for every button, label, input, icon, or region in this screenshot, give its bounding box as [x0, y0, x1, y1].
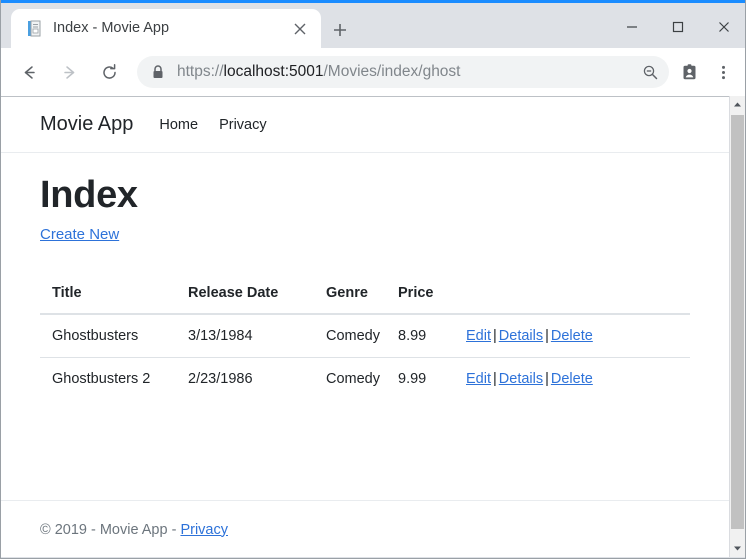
- edit-link[interactable]: Edit: [466, 328, 491, 344]
- document-favicon: [25, 20, 42, 37]
- action-separator: |: [493, 327, 497, 344]
- table-head: Title Release Date Genre Price: [40, 274, 690, 315]
- column-header-title: Title: [40, 274, 188, 315]
- cell-release-date: 2/23/1986: [188, 356, 326, 400]
- url-host: localhost:5001: [223, 64, 324, 80]
- forward-arrow-icon: [53, 56, 85, 88]
- browser-toolbar: https://localhost:5001/Movies/index/ghos…: [1, 48, 745, 96]
- minimize-button[interactable]: [609, 6, 655, 48]
- cell-price: 8.99: [398, 313, 466, 358]
- page-viewport: Movie App Home Privacy Index Create New …: [1, 96, 745, 557]
- zoom-out-icon[interactable]: [637, 59, 663, 85]
- table-body: Ghostbusters 3/13/1984 Comedy 8.99 Edit |…: [40, 313, 690, 400]
- nav-link-privacy[interactable]: Privacy: [219, 117, 267, 133]
- window-controls: [609, 6, 745, 48]
- column-header-price: Price: [398, 274, 466, 315]
- footer-copyright: © 2019 - Movie App -: [40, 521, 181, 538]
- details-link[interactable]: Details: [499, 328, 543, 344]
- back-arrow-icon[interactable]: [13, 56, 45, 88]
- delete-link[interactable]: Delete: [551, 328, 593, 344]
- cell-title: Ghostbusters 2: [40, 356, 188, 400]
- scrollbar-thumb[interactable]: [731, 115, 744, 529]
- cell-title: Ghostbusters: [40, 313, 188, 358]
- browser-window: Index - Movie App https://localhost:5001…: [0, 0, 746, 559]
- close-window-button[interactable]: [701, 6, 745, 48]
- profile-badge-icon[interactable]: [673, 56, 705, 88]
- table-row: Ghostbusters 3/13/1984 Comedy 8.99 Edit |…: [40, 313, 690, 358]
- site-brand[interactable]: Movie App: [40, 113, 133, 136]
- page-title: Index: [40, 174, 138, 216]
- details-link[interactable]: Details: [499, 371, 543, 387]
- column-header-release-date: Release Date: [188, 274, 326, 315]
- footer-privacy-link[interactable]: Privacy: [180, 522, 228, 538]
- cell-genre: Comedy: [326, 356, 398, 400]
- column-header-actions: [466, 274, 690, 315]
- close-icon[interactable]: [289, 18, 311, 40]
- action-separator: |: [545, 327, 549, 344]
- reload-icon[interactable]: [93, 56, 125, 88]
- delete-link[interactable]: Delete: [551, 371, 593, 387]
- cell-actions: Edit | Details | Delete: [466, 356, 690, 400]
- site-navbar: Movie App Home Privacy: [1, 97, 730, 153]
- table-row: Ghostbusters 2 2/23/1986 Comedy 9.99 Edi…: [40, 356, 690, 400]
- cell-price: 9.99: [398, 356, 466, 400]
- url-text: https://localhost:5001/Movies/index/ghos…: [177, 64, 633, 80]
- scroll-up-arrow-icon[interactable]: [730, 96, 745, 113]
- cell-genre: Comedy: [326, 313, 398, 358]
- web-page: Movie App Home Privacy Index Create New …: [1, 97, 730, 557]
- create-new-link[interactable]: Create New: [40, 226, 119, 243]
- scroll-down-arrow-icon[interactable]: [730, 540, 745, 557]
- column-header-genre: Genre: [326, 274, 398, 315]
- action-separator: |: [493, 370, 497, 387]
- vertical-scrollbar[interactable]: [729, 96, 745, 557]
- new-tab-button[interactable]: [327, 17, 353, 43]
- three-dot-menu-icon[interactable]: [707, 56, 739, 88]
- site-footer: © 2019 - Movie App - Privacy: [1, 500, 730, 557]
- nav-link-home[interactable]: Home: [159, 117, 198, 133]
- footer-text: © 2019 - Movie App - Privacy: [40, 522, 228, 538]
- cell-release-date: 3/13/1984: [188, 313, 326, 358]
- tab-strip: Index - Movie App: [1, 3, 745, 48]
- browser-tab[interactable]: Index - Movie App: [11, 9, 321, 48]
- movies-table: Title Release Date Genre Price Ghostbust…: [40, 274, 690, 400]
- table-header-row: Title Release Date Genre Price: [40, 274, 690, 315]
- main-content: Index Create New Title Release Date Genr…: [1, 153, 730, 400]
- maximize-button[interactable]: [655, 6, 701, 48]
- tab-title: Index - Movie App: [53, 21, 170, 36]
- action-separator: |: [545, 370, 549, 387]
- lock-icon: [151, 64, 165, 80]
- cell-actions: Edit | Details | Delete: [466, 313, 690, 358]
- url-path: /Movies/index/ghost: [323, 64, 461, 80]
- url-scheme: https://: [177, 64, 224, 80]
- edit-link[interactable]: Edit: [466, 371, 491, 387]
- address-bar[interactable]: https://localhost:5001/Movies/index/ghos…: [137, 56, 669, 88]
